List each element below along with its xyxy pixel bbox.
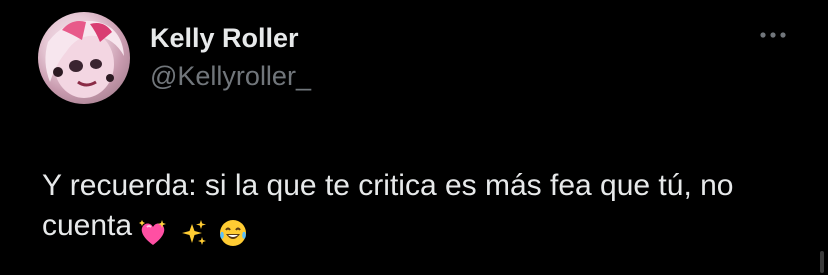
tears-of-joy-icon [218, 218, 248, 248]
ellipsis-icon [760, 32, 786, 38]
tweet-card: Kelly Roller @Kellyroller_ Y recuerda: s… [0, 0, 828, 275]
author-handle[interactable]: @Kellyroller_ [150, 60, 311, 92]
scrollbar[interactable] [820, 251, 824, 273]
sparkles-icon [178, 218, 208, 248]
more-options-button[interactable] [758, 28, 788, 42]
avatar-photo-icon [45, 20, 124, 98]
author-info: Kelly Roller @Kellyroller_ [150, 22, 311, 92]
author-display-name[interactable]: Kelly Roller [150, 22, 311, 54]
author-avatar[interactable] [38, 12, 130, 104]
tweet-emojis [138, 212, 258, 252]
sparkling-heart-icon [138, 218, 168, 248]
tweet-body: Y recuerda: si la que te critica es más … [42, 166, 802, 252]
